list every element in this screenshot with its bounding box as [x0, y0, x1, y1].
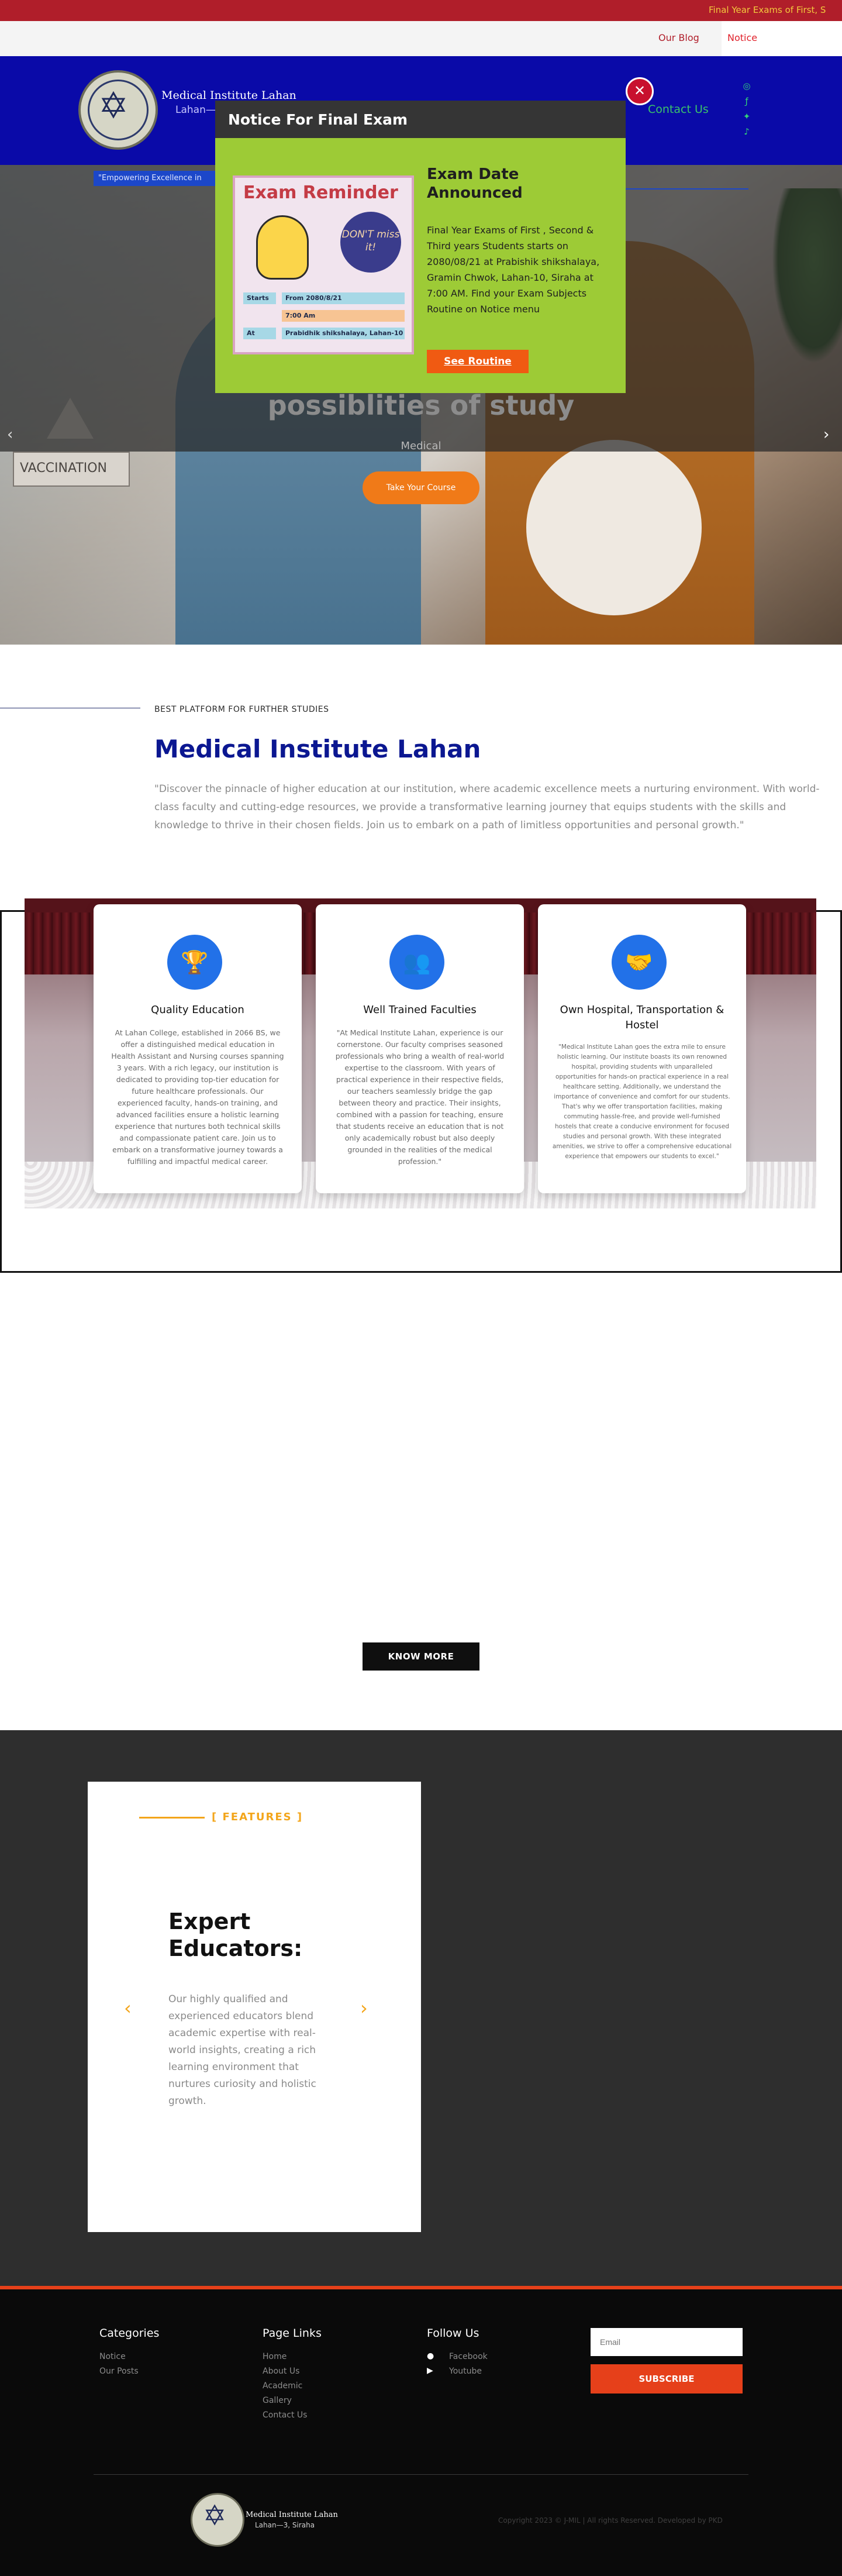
facebook-icon[interactable]: ƒ [741, 96, 752, 106]
feature-text: "At Medical Institute Lahan, experience … [335, 1028, 505, 1166]
brand-location: Lahan— [175, 104, 216, 116]
footer-link-contact[interactable]: Contact Us [263, 2410, 307, 2420]
footer-link-academic[interactable]: Academic [263, 2381, 302, 2391]
trophy-icon: 🏆 [167, 935, 222, 990]
hero-heading: possiblities of study [267, 390, 575, 421]
ticker-text: Final Year Exams of First, S [709, 5, 826, 15]
tiktok-icon[interactable]: ♪ [741, 126, 752, 137]
poster-row-value: 7:00 Am [282, 310, 405, 322]
footer-logo[interactable]: ✡ [191, 2493, 244, 2547]
site-footer: Categories Notice Our Posts Page Links H… [0, 2286, 842, 2576]
vaccination-sign: VACCINATION [13, 452, 130, 487]
chevron-right-icon[interactable]: › [360, 1997, 368, 2019]
copyright-text: Copyright 2023 © J-MIL | All rights Rese… [498, 2516, 723, 2525]
features-tag: [ FEATURES ] [212, 1811, 303, 1823]
facebook-icon[interactable]: ● [427, 2351, 434, 2361]
poster-heading: Exam Reminder [243, 182, 398, 203]
see-routine-button[interactable]: See Routine [427, 350, 529, 373]
footer-link-home[interactable]: Home [263, 2352, 287, 2361]
exam-reminder-poster: Exam Reminder DON'T miss it! Starts From… [233, 175, 414, 354]
contact-us-link[interactable]: Contact Us [648, 103, 709, 116]
institute-logo[interactable]: ✡ [78, 70, 158, 150]
about-eyebrow: BEST PLATFORM FOR FURTHER STUDIES [154, 705, 329, 714]
about-title: Medical Institute Lahan [154, 735, 481, 763]
handshake-icon: 🤝 [612, 935, 667, 990]
notice-ticker: Final Year Exams of First, S [0, 0, 842, 21]
poster-row: Starts From 2080/8/21 [235, 292, 410, 304]
chevron-left-icon[interactable]: ‹ [124, 1997, 132, 2019]
youtube-icon[interactable]: ▶ [427, 2366, 433, 2375]
our-blog-link[interactable]: Our Blog [658, 32, 699, 43]
poster-row-key: At [243, 328, 276, 339]
twitter-icon[interactable]: ✦ [741, 111, 752, 122]
footer-link-our-posts[interactable]: Our Posts [99, 2367, 139, 2376]
notice-modal: Notice For Final Exam ✕ Exam Reminder DO… [215, 77, 654, 393]
feature-text: At Lahan College, established in 2066 BS… [111, 1028, 284, 1166]
team-icon: 👥 [389, 935, 444, 990]
feature-text: "Medical Institute Lahan goes the extra … [552, 1044, 732, 1160]
footer-divider [94, 2474, 748, 2475]
feature-title: Well Trained Faculties [363, 1004, 477, 1016]
notice-menu[interactable]: Notice [722, 21, 842, 56]
footer-link-facebook[interactable]: Facebook [449, 2352, 488, 2361]
footer-link-gallery[interactable]: Gallery [263, 2396, 292, 2405]
hero-subheading: Medical [401, 440, 441, 452]
expert-text: Our highly qualified and experienced edu… [168, 1993, 316, 2107]
footer-link-about[interactable]: About Us [263, 2367, 299, 2376]
footer-pagelinks-heading: Page Links [263, 2327, 322, 2340]
feature-card-hospital: 🤝 Own Hospital, Transportation & Hostel … [538, 904, 746, 1193]
email-field[interactable] [591, 2328, 743, 2356]
poster-row-key: Starts [243, 292, 276, 304]
footer-link-youtube[interactable]: Youtube [449, 2367, 482, 2376]
feature-card-quality: 🏆 Quality Education At Lahan College, es… [94, 904, 302, 1193]
feature-title: Own Hospital, Transportation & Hostel [560, 1004, 724, 1031]
hero-tagline: "Empowering Excellence in [94, 171, 216, 186]
poster-row-value: From 2080/8/21 [282, 292, 405, 304]
poster-row-value: Prabidhik shikshalaya, Lahan-10 [282, 328, 405, 339]
expert-card: [ FEATURES ] Expert Educators: Our highl… [88, 1782, 421, 2232]
modal-header: Notice For Final Exam [215, 101, 626, 138]
utility-bar: Our Blog Notice [0, 21, 842, 56]
notice-link[interactable]: Notice [727, 32, 757, 43]
take-course-button[interactable]: Take Your Course [363, 471, 479, 504]
feature-title: Quality Education [151, 1004, 244, 1016]
footer-brand-location: Lahan—3, Siraha [255, 2521, 315, 2529]
footer-accent-bar [0, 2286, 842, 2289]
lightbulb-icon [256, 215, 309, 280]
star-of-david-icon: ✡ [203, 2499, 227, 2532]
chevron-left-icon[interactable]: ‹ [7, 426, 13, 443]
poster-row: At Prabidhik shikshalaya, Lahan-10 [235, 328, 410, 339]
modal-text: Final Year Exams of First , Second & Thi… [427, 225, 600, 315]
modal-title: Notice For Final Exam [228, 111, 408, 128]
features-tag-line [139, 1817, 205, 1819]
instagram-icon[interactable]: ◎ [741, 81, 752, 91]
close-icon[interactable]: ✕ [626, 77, 654, 105]
footer-categories-heading: Categories [99, 2327, 160, 2340]
footer-follow-heading: Follow Us [427, 2327, 479, 2340]
patient-shirt [526, 440, 702, 615]
know-more-button[interactable]: KNOW MORE [363, 1642, 479, 1671]
about-text: "Discover the pinnacle of higher educati… [154, 783, 820, 831]
brand-name[interactable]: Medical Institute Lahan [161, 89, 296, 102]
expert-title: Expert Educators: [168, 1909, 303, 1961]
feature-card-faculty: 👥 Well Trained Faculties "At Medical Ins… [316, 904, 524, 1193]
poster-badge: DON'T miss it! [340, 212, 401, 273]
footer-brand-name: Medical Institute Lahan [246, 2510, 338, 2519]
poster-row: 7:00 Am [235, 310, 410, 322]
star-of-david-icon: ✡ [98, 84, 129, 127]
modal-heading: Exam Date Announced [427, 166, 523, 202]
chevron-right-icon[interactable]: › [823, 426, 829, 443]
subscribe-button[interactable]: SUBSCRIBE [591, 2364, 743, 2394]
footer-link-notice[interactable]: Notice [99, 2352, 126, 2361]
